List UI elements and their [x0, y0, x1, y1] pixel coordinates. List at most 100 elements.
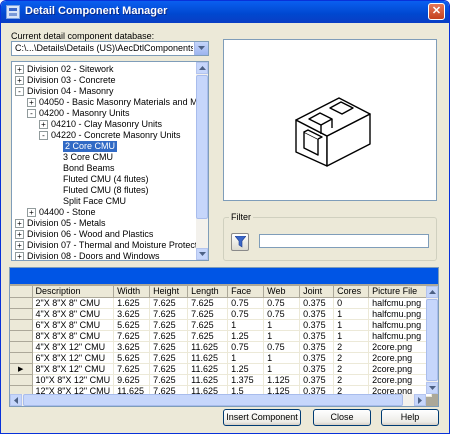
- table-cell[interactable]: 0.75: [263, 297, 301, 309]
- tree-vertical-scrollbar[interactable]: [196, 62, 208, 260]
- grid-scroll-right-button[interactable]: [414, 394, 426, 406]
- table-cell[interactable]: 7.625: [187, 297, 229, 309]
- table-row[interactable]: 4"X 8"X 12" CMU 3.625 7.625 11.625 0.75 0.75 0…: [10, 341, 433, 353]
- table-cell[interactable]: 7.625: [149, 374, 189, 386]
- row-selector[interactable]: [10, 352, 33, 364]
- tree-node[interactable]: + Division 02 - Sitework: [12, 64, 196, 75]
- table-cell[interactable]: 0.375: [299, 374, 335, 386]
- table-cell[interactable]: 2core.png: [368, 374, 433, 386]
- table-cell[interactable]: 0.75: [263, 341, 301, 353]
- table-cell[interactable]: 0.75: [227, 297, 265, 309]
- table-cell[interactable]: 11.625: [187, 363, 229, 375]
- table-cell[interactable]: 10"X 8"X 12" CMU: [32, 374, 115, 386]
- tree-node[interactable]: 2 Core CMU: [12, 141, 196, 152]
- row-selector[interactable]: ▶: [10, 363, 33, 375]
- table-cell[interactable]: 7.625: [149, 297, 189, 309]
- table-cell[interactable]: 4"X 8"X 8" CMU: [32, 308, 115, 320]
- table-cell[interactable]: 2"X 8"X 8" CMU: [32, 297, 115, 309]
- table-cell[interactable]: 9.625: [113, 374, 151, 386]
- row-selector[interactable]: [10, 330, 33, 342]
- table-cell[interactable]: halfcmu.png: [368, 330, 433, 342]
- column-header[interactable]: Length: [187, 286, 229, 298]
- scroll-up-button[interactable]: [196, 62, 208, 74]
- column-header[interactable]: Description: [32, 286, 115, 298]
- table-cell[interactable]: 2core.png: [368, 352, 433, 364]
- scroll-down-button[interactable]: [196, 248, 208, 260]
- tree-node[interactable]: + Division 05 - Metals: [12, 218, 196, 229]
- database-dropdown[interactable]: C:\...\Details\Details (US)\AecDtlCompon…: [11, 41, 209, 56]
- expand-icon[interactable]: +: [27, 208, 36, 217]
- table-row[interactable]: 6"X 8"X 8" CMU 5.625 7.625 7.625 1 1 0.375 1 hal…: [10, 319, 433, 331]
- insert-component-button[interactable]: Insert Component: [223, 409, 301, 426]
- expand-icon[interactable]: +: [15, 252, 24, 260]
- tree-node[interactable]: Fluted CMU (4 flutes): [12, 174, 196, 185]
- table-cell[interactable]: 2: [333, 363, 370, 375]
- table-cell[interactable]: 1: [263, 363, 301, 375]
- table-cell[interactable]: 5.625: [113, 352, 151, 364]
- tree-node[interactable]: -04220 - Concrete Masonry Units: [12, 130, 196, 141]
- filter-button[interactable]: [231, 233, 249, 251]
- table-cell[interactable]: halfcmu.png: [368, 297, 433, 309]
- table-cell[interactable]: 1: [227, 319, 265, 331]
- table-cell[interactable]: 0.375: [299, 308, 335, 320]
- tree-node[interactable]: Fluted CMU (8 flutes): [12, 185, 196, 196]
- tree-node[interactable]: +04050 - Basic Masonry Materials and Met…: [12, 97, 208, 108]
- table-cell[interactable]: 8"X 8"X 12" CMU: [32, 363, 115, 375]
- row-selector[interactable]: [10, 374, 33, 386]
- table-cell[interactable]: 7.625: [187, 308, 229, 320]
- title-bar[interactable]: Detail Component Manager ✕: [1, 1, 449, 23]
- table-cell[interactable]: 2: [333, 374, 370, 386]
- expand-icon[interactable]: +: [15, 219, 24, 228]
- column-header[interactable]: Face: [227, 286, 265, 298]
- tree-node[interactable]: + Division 08 - Doors and Windows: [12, 251, 196, 260]
- table-cell[interactable]: 7.625: [187, 330, 229, 342]
- tree-node[interactable]: +04210 - Clay Masonry Units: [12, 119, 196, 130]
- table-cell[interactable]: 6"X 8"X 12" CMU: [32, 352, 115, 364]
- expand-icon[interactable]: +: [15, 241, 24, 250]
- table-cell[interactable]: 7.625: [149, 363, 189, 375]
- table-cell[interactable]: 2: [333, 352, 370, 364]
- grid-scroll-thumb[interactable]: [426, 299, 438, 381]
- table-row[interactable]: 6"X 8"X 12" CMU 5.625 7.625 11.625 1 1 0.375 2 2…: [10, 352, 433, 364]
- table-cell[interactable]: 3.625: [113, 308, 151, 320]
- column-header[interactable]: Height: [149, 286, 189, 298]
- collapse-icon[interactable]: -: [27, 109, 36, 118]
- collapse-icon[interactable]: -: [15, 87, 24, 96]
- tree-node[interactable]: +04400 - Stone: [12, 207, 196, 218]
- component-table[interactable]: Description Width Height Length Face Web Joint…: [10, 286, 433, 397]
- table-cell[interactable]: 1: [263, 319, 301, 331]
- close-button[interactable]: Close: [313, 409, 371, 426]
- column-header[interactable]: Web: [263, 286, 301, 298]
- table-cell[interactable]: 11.625: [187, 352, 229, 364]
- table-cell[interactable]: 1.25: [227, 363, 265, 375]
- window-close-button[interactable]: ✕: [428, 3, 445, 20]
- tree-node[interactable]: Bond Beams: [12, 163, 196, 174]
- column-header[interactable]: Joint: [299, 286, 335, 298]
- grid-vertical-scrollbar[interactable]: [426, 286, 438, 394]
- filter-input[interactable]: [259, 234, 429, 248]
- row-selector[interactable]: [10, 341, 33, 353]
- table-cell[interactable]: 2: [333, 341, 370, 353]
- table-cell[interactable]: 0: [333, 297, 370, 309]
- dropdown-arrow-button[interactable]: [194, 42, 208, 55]
- table-cell[interactable]: 2core.png: [368, 363, 433, 375]
- table-row[interactable]: 2"X 8"X 8" CMU 1.625 7.625 7.625 0.75 0.75 0.3…: [10, 297, 433, 309]
- grid-scroll-left-button[interactable]: [10, 394, 22, 406]
- table-row[interactable]: 4"X 8"X 8" CMU 3.625 7.625 7.625 0.75 0.75 0.3…: [10, 308, 433, 320]
- table-cell[interactable]: 0.375: [299, 341, 335, 353]
- table-cell[interactable]: 1: [333, 308, 370, 320]
- table-cell[interactable]: 6"X 8"X 8" CMU: [32, 319, 115, 331]
- table-cell[interactable]: 1.125: [263, 374, 301, 386]
- table-cell[interactable]: 1: [263, 352, 301, 364]
- table-cell[interactable]: 7.625: [113, 330, 151, 342]
- tree-node[interactable]: + Division 06 - Wood and Plastics: [12, 229, 196, 240]
- help-button[interactable]: Help: [381, 409, 439, 426]
- table-cell[interactable]: 0.75: [227, 341, 265, 353]
- table-cell[interactable]: 0.75: [263, 308, 301, 320]
- table-cell[interactable]: 1.625: [113, 297, 151, 309]
- expand-icon[interactable]: +: [15, 76, 24, 85]
- table-cell[interactable]: 0.75: [227, 308, 265, 320]
- table-cell[interactable]: 7.625: [149, 308, 189, 320]
- table-cell[interactable]: 11.625: [187, 374, 229, 386]
- grid-scroll-down-button[interactable]: [426, 382, 438, 394]
